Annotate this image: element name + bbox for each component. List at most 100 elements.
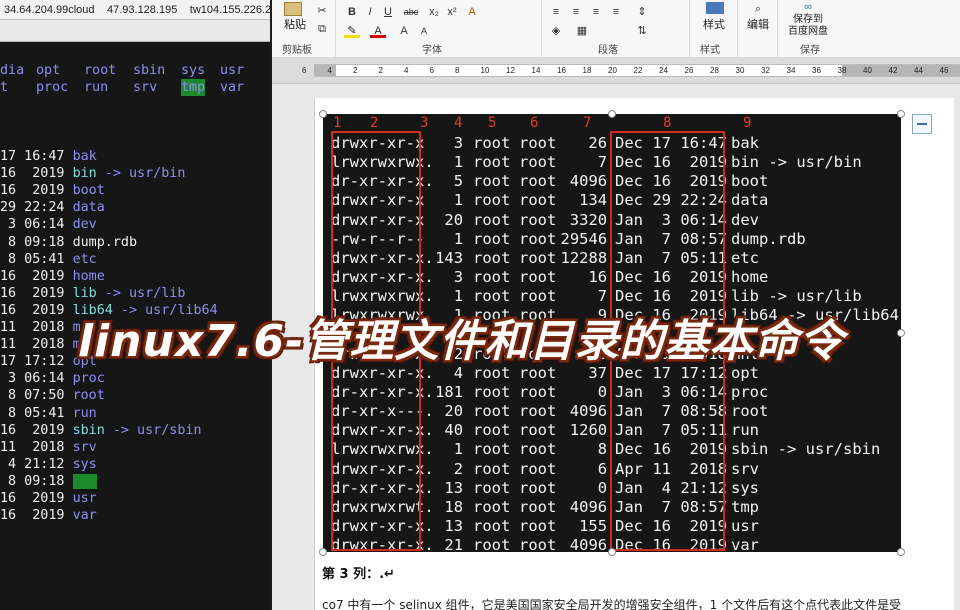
paragraph-group-label: 段落	[598, 45, 618, 56]
italic-button[interactable]: I	[362, 5, 378, 19]
resize-handle[interactable]	[608, 548, 616, 556]
listing-cell: run	[731, 421, 759, 440]
subscript-button[interactable]: x₂	[426, 5, 442, 19]
listing-cell: 181	[435, 382, 464, 401]
highlight-color-icon[interactable]: ✎	[344, 24, 360, 38]
listing-cell: 29546	[560, 229, 608, 248]
align-center-icon[interactable]: ≡	[568, 5, 584, 19]
ls-entry: var	[220, 80, 245, 95]
listing-cell: 16	[588, 268, 608, 287]
ls-entry: usr	[220, 63, 245, 78]
listing-cell: 12288	[560, 248, 608, 267]
ls-line-name: lib	[72, 285, 97, 301]
listing-cell: 134	[579, 191, 608, 210]
styles-group: 样式 样式	[690, 0, 738, 58]
resize-handle[interactable]	[897, 110, 905, 118]
listing-cell: usr	[731, 517, 759, 535]
ls-line-name: root	[72, 388, 105, 404]
ls-entry: run	[84, 80, 109, 95]
ruler-number: 32	[761, 66, 770, 75]
cloud-icon[interactable]: ∞	[800, 0, 816, 14]
resize-handle[interactable]	[897, 548, 905, 556]
listing-cell: root	[473, 134, 511, 152]
font-color-button[interactable]: A	[370, 24, 386, 38]
ruler-number: 34	[786, 66, 796, 75]
strikethrough-button[interactable]: abc	[400, 5, 422, 19]
listing-cell: 5	[453, 172, 464, 191]
resize-handle[interactable]	[319, 110, 327, 118]
ls-line-date: 16 2019	[0, 302, 73, 318]
sort-icon[interactable]: ⇅	[634, 24, 650, 38]
copy-icon[interactable]: ⧉	[314, 22, 330, 36]
ruler-number: 40	[863, 66, 872, 75]
paste-button[interactable]: 粘贴	[280, 16, 310, 32]
line-spacing-icon[interactable]: ⇕	[634, 5, 650, 19]
ls-line-date: 8 05:41	[0, 251, 73, 267]
terminal-tab[interactable]: 34.64.204.99cloud	[0, 0, 99, 19]
listing-cell: root	[473, 421, 511, 440]
save-to-cloud-button[interactable]: 保存到 百度网盘	[778, 14, 838, 38]
column-number-label: 2	[370, 115, 379, 131]
listing-cell: root	[519, 382, 557, 401]
listing-cell: 7	[597, 287, 608, 306]
editing-button[interactable]: 编辑	[740, 16, 776, 32]
ruler-number: 22	[633, 66, 643, 75]
align-right-icon[interactable]: ≡	[588, 5, 604, 19]
ls-line-date: 4 21:12	[0, 456, 73, 472]
text-effect-button[interactable]: A	[464, 5, 480, 19]
ruler-number: 14	[531, 66, 541, 75]
ls-entry: sys	[181, 63, 206, 78]
styles-icon[interactable]	[706, 2, 724, 14]
ls-line: 16 2019 lib -> usr/lib	[0, 285, 185, 302]
listing-cell: root	[473, 478, 511, 497]
resize-handle[interactable]	[897, 329, 905, 337]
align-left-icon[interactable]: ≡	[548, 5, 564, 19]
justify-icon[interactable]: ≡	[608, 5, 624, 19]
ls-line-name: usr	[72, 491, 97, 506]
ls-line-name: bin	[72, 166, 97, 182]
listing-cell: srv	[731, 459, 759, 478]
ruler-strip[interactable]: 6 4 2 2 4 6 8 10 12 14 16 18 20 22 24 26 28 30 32 34 36 38 40 4…	[302, 64, 960, 77]
shrink-font-button[interactable]: A	[416, 24, 432, 38]
listing-cell: lib -> usr/lib	[731, 287, 862, 306]
ls-line: 8 09:18 tmp	[0, 473, 97, 490]
find-icon[interactable]: ⌕	[750, 2, 766, 16]
underline-button[interactable]: U	[380, 5, 396, 19]
listing-cell: root	[473, 459, 511, 478]
resize-handle[interactable]	[319, 548, 327, 556]
cut-icon[interactable]: ✂	[314, 4, 330, 18]
layout-options-icon[interactable]	[912, 114, 932, 134]
ruler-number: 18	[582, 66, 592, 75]
ls-line-date: 8 09:18	[0, 473, 73, 489]
listing-cell: 0	[597, 478, 608, 497]
horizontal-ruler[interactable]: 6 4 2 2 4 6 8 10 12 14 16 18 20 22 24 26 28 30 32 34 36 38 40 4…	[272, 58, 960, 84]
ls-line-name: sys	[72, 456, 97, 472]
terminal-title-bar	[0, 20, 270, 42]
terminal-tab[interactable]: tw104.155.226.234	[186, 0, 270, 19]
clipboard-group: 粘贴 ✂ ⧉ 剪贴板	[272, 0, 336, 58]
ls-line-name: sbin	[72, 422, 105, 438]
ruler-number: 4	[404, 66, 409, 75]
ls-line-date: 8 07:50	[0, 388, 73, 404]
terminal-tab[interactable]: 47.93.128.195	[103, 0, 181, 19]
bold-button[interactable]: B	[344, 5, 360, 19]
ls-line: 29 22:24 data	[0, 199, 105, 216]
ls-line-name: dump.rdb	[72, 234, 138, 250]
ls-line-date: 3 06:14	[0, 217, 73, 233]
ruler-number: 6	[429, 66, 434, 75]
borders-icon[interactable]: ▦	[574, 24, 590, 38]
ls-line-date: 16 2019	[0, 508, 73, 524]
resize-handle[interactable]	[608, 110, 616, 118]
listing-cell: root	[519, 248, 557, 267]
grow-font-button[interactable]: A	[396, 24, 412, 38]
ls-line-name: var	[72, 508, 97, 524]
ls-line-date: 3 06:14	[0, 371, 73, 387]
styles-button[interactable]: 样式	[694, 16, 734, 32]
column-number-label: 5	[488, 115, 497, 131]
listing-cell: 3	[453, 268, 464, 287]
superscript-button[interactable]: x²	[444, 5, 460, 19]
ruler-number: 36	[812, 66, 821, 75]
shading-icon[interactable]: ◈	[548, 24, 564, 38]
ls-line: 16 2019 usr	[0, 490, 97, 507]
ls-line-date: 16 2019	[0, 422, 73, 438]
